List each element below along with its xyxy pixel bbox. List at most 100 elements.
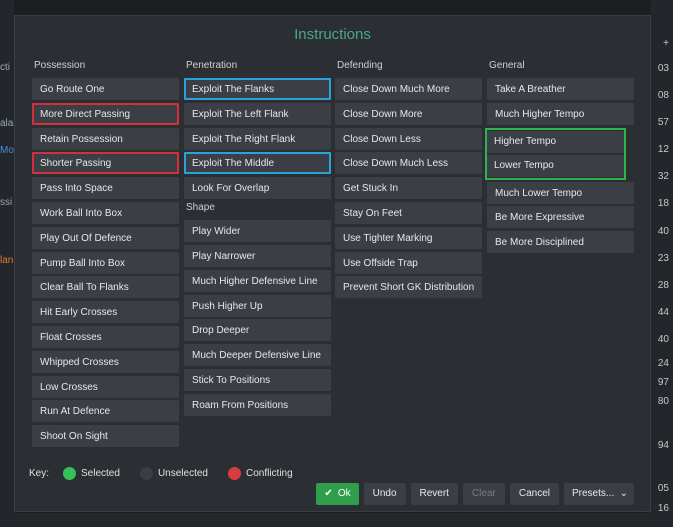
key-selected-label: Selected — [81, 468, 120, 479]
instruction-run-at-defence-button[interactable]: Run At Defence — [32, 400, 179, 423]
instruction-stay-on-feet-button[interactable]: Stay On Feet — [335, 201, 482, 224]
instruction-exploit-the-middle-button[interactable]: Exploit The Middle — [184, 152, 331, 175]
bg-text: 12 — [657, 144, 669, 155]
instruction-higher-tempo-button[interactable]: Higher Tempo — [487, 130, 624, 153]
bg-text: 28 — [657, 280, 669, 291]
instruction-push-higher-up-button[interactable]: Push Higher Up — [184, 294, 331, 317]
unselected-dot-icon — [139, 467, 153, 480]
presets-label: Presets... — [572, 488, 615, 499]
presets-dropdown[interactable]: Presets... ⌄ — [564, 483, 634, 505]
selected-dot-icon — [63, 467, 77, 480]
instruction-clear-ball-to-flanks-button[interactable]: Clear Ball To Flanks — [32, 276, 179, 299]
instruction-be-more-expressive-button[interactable]: Be More Expressive — [487, 206, 634, 229]
bg-text: 80 — [657, 396, 669, 407]
bg-text: 94 — [657, 440, 669, 451]
general-heading: General — [489, 60, 525, 71]
instruction-stick-to-positions-button[interactable]: Stick To Positions — [184, 368, 331, 391]
background-app-right: + 03 08 57 12 32 18 40 23 28 44 40 24 97… — [651, 0, 673, 527]
instruction-retain-possession-button[interactable]: Retain Possession — [32, 127, 179, 150]
instruction-exploit-the-flanks-button[interactable]: Exploit The Flanks — [184, 78, 331, 100]
bg-text: 18 — [657, 198, 669, 209]
instruction-prevent-short-gk-distribution-button[interactable]: Prevent Short GK Distribution — [335, 276, 482, 299]
key-unselected: Unselected — [139, 467, 208, 480]
background-app-left: cti ala Mo ssi lan — [0, 0, 14, 527]
revert-button[interactable]: Revert — [410, 483, 458, 505]
ok-button[interactable]: ✔ Ok — [316, 483, 359, 505]
instruction-roam-from-positions-button[interactable]: Roam From Positions — [184, 393, 331, 416]
general-column: General Take A Breather Much Higher Tempo… — [485, 60, 634, 256]
selected-group: Higher Tempo Lower Tempo — [485, 127, 626, 180]
bg-text: 08 — [657, 90, 669, 101]
instruction-play-narrower-button[interactable]: Play Narrower — [184, 244, 331, 267]
penetration-heading: Penetration — [186, 60, 238, 71]
instruction-close-down-less-button[interactable]: Close Down Less — [335, 127, 482, 150]
instruction-pump-ball-into-box-button[interactable]: Pump Ball Into Box — [32, 251, 179, 274]
instruction-low-crosses-button[interactable]: Low Crosses — [32, 375, 179, 398]
bg-text: 24 — [657, 358, 669, 369]
key-selected: Selected — [63, 467, 120, 480]
bg-text: 03 — [657, 63, 669, 74]
defending-heading: Defending — [337, 60, 383, 71]
instruction-close-down-much-less-button[interactable]: Close Down Much Less — [335, 152, 482, 175]
legend-key: Key: Selected Unselected Conflicting — [29, 467, 313, 480]
possession-column: Possession Go Route One More Direct Passi… — [32, 60, 179, 450]
instruction-much-lower-tempo-button[interactable]: Much Lower Tempo — [487, 181, 634, 204]
ok-label: Ok — [337, 488, 351, 499]
bg-text: 97 — [657, 377, 669, 388]
chevron-down-icon: ⌄ — [619, 488, 628, 499]
instruction-float-crosses-button[interactable]: Float Crosses — [32, 325, 179, 348]
instruction-shorter-passing-button[interactable]: Shorter Passing — [32, 152, 179, 175]
instruction-lower-tempo-button[interactable]: Lower Tempo — [487, 154, 624, 177]
key-conflicting: Conflicting — [227, 467, 293, 480]
background-app-bottom — [14, 513, 651, 527]
checkmark-icon: ✔ — [324, 488, 333, 499]
instruction-exploit-the-right-flank-button[interactable]: Exploit The Right Flank — [184, 127, 331, 150]
bg-text: 32 — [657, 171, 669, 182]
footer-buttons: ✔ Ok Undo Revert Clear Cancel Presets... … — [311, 483, 634, 505]
defending-column: Defending Close Down Much More Close Down… — [335, 60, 482, 301]
bg-text: 05 — [657, 483, 669, 494]
conflicting-dot-icon — [227, 467, 241, 480]
instruction-hit-early-crosses-button[interactable]: Hit Early Crosses — [32, 301, 179, 324]
instruction-whipped-crosses-button[interactable]: Whipped Crosses — [32, 350, 179, 373]
possession-heading: Possession — [34, 60, 86, 71]
key-conflicting-label: Conflicting — [245, 468, 293, 479]
instruction-much-higher-defensive-line-button[interactable]: Much Higher Defensive Line — [184, 269, 331, 292]
instructions-dialog: Instructions Possession Go Route One More… — [14, 15, 651, 512]
instruction-more-direct-passing-button[interactable]: More Direct Passing — [32, 102, 179, 125]
instruction-use-offside-trap-button[interactable]: Use Offside Trap — [335, 251, 482, 274]
dialog-title: Instructions — [294, 26, 371, 43]
bg-text: 40 — [657, 226, 669, 237]
instruction-work-ball-into-box-button[interactable]: Work Ball Into Box — [32, 201, 179, 224]
instruction-exploit-the-left-flank-button[interactable]: Exploit The Left Flank — [184, 102, 331, 125]
instruction-be-more-disciplined-button[interactable]: Be More Disciplined — [487, 231, 634, 254]
bg-text: + — [663, 38, 669, 49]
bg-text: 57 — [657, 117, 669, 128]
bg-text: ala — [0, 118, 14, 129]
instruction-much-higher-tempo-button[interactable]: Much Higher Tempo — [487, 102, 634, 125]
instruction-play-out-of-defence-button[interactable]: Play Out Of Defence — [32, 226, 179, 249]
bg-text: 16 — [657, 503, 669, 514]
instruction-go-route-one-button[interactable]: Go Route One — [32, 78, 179, 100]
cancel-button[interactable]: Cancel — [509, 483, 559, 505]
instruction-play-wider-button[interactable]: Play Wider — [184, 220, 331, 243]
instruction-close-down-much-more-button[interactable]: Close Down Much More — [335, 78, 482, 100]
bg-text: 40 — [657, 334, 669, 345]
instruction-use-tighter-marking-button[interactable]: Use Tighter Marking — [335, 226, 482, 249]
instruction-take-a-breather-button[interactable]: Take A Breather — [487, 78, 634, 100]
bg-text: cti — [0, 62, 10, 73]
bg-text: Mo — [0, 145, 14, 156]
bg-text: lan — [0, 255, 14, 266]
undo-button[interactable]: Undo — [363, 483, 406, 505]
instruction-look-for-overlap-button[interactable]: Look For Overlap — [184, 177, 331, 200]
instruction-drop-deeper-button[interactable]: Drop Deeper — [184, 319, 331, 342]
bg-text: ssi — [0, 197, 13, 208]
instruction-get-stuck-in-button[interactable]: Get Stuck In — [335, 177, 482, 200]
clear-button[interactable]: Clear — [462, 483, 505, 505]
instruction-pass-into-space-button[interactable]: Pass Into Space — [32, 177, 179, 200]
instruction-close-down-more-button[interactable]: Close Down More — [335, 102, 482, 125]
bg-text: 23 — [657, 253, 669, 264]
instruction-shoot-on-sight-button[interactable]: Shoot On Sight — [32, 425, 179, 448]
penetration-column: Penetration Exploit The Flanks Exploit Th… — [184, 60, 331, 419]
instruction-much-deeper-defensive-line-button[interactable]: Much Deeper Defensive Line — [184, 344, 331, 367]
